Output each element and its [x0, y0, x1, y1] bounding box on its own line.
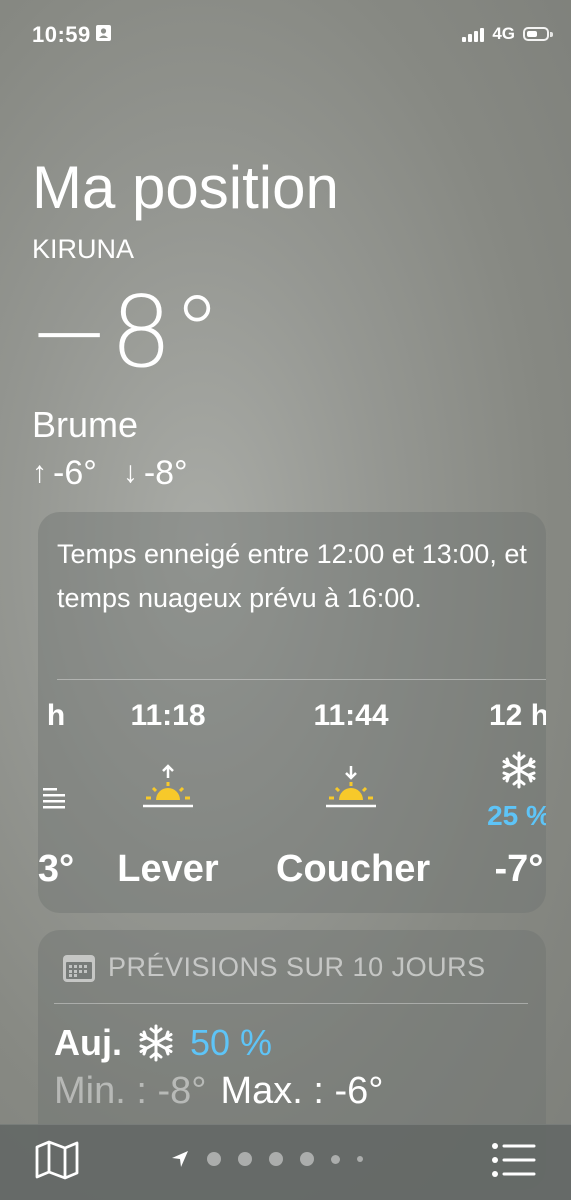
hour-time: 12 h	[488, 699, 546, 732]
forecast-min-max: Min. : -8° Max. : -6°	[54, 1068, 383, 1114]
signal-icon	[462, 26, 485, 42]
forecast-header-label: PRÉVISIONS SUR 10 JOURS	[108, 952, 486, 982]
status-time: 10:59	[32, 22, 91, 47]
hour-label: Coucher	[276, 848, 431, 890]
forecast-max: Max. : -6°	[220, 1070, 384, 1112]
forecast-day: Auj.	[54, 1022, 122, 1063]
page-dot[interactable]	[331, 1154, 340, 1164]
high-low: ↑ -6° ↓ -8°	[32, 451, 188, 495]
hour-column[interactable]: 11:44 Coucher	[276, 512, 431, 913]
hour-column[interactable]: 11:18 Lever	[93, 512, 243, 913]
location-city: KIRUNA	[32, 234, 135, 264]
contact-card-icon	[96, 25, 111, 41]
hour-column[interactable]: 12 h 25 % -7°	[444, 512, 546, 913]
battery-icon	[523, 27, 553, 41]
low-arrow-icon: ↓	[122, 456, 138, 489]
low-temperature: -8°	[143, 454, 188, 492]
map-icon[interactable]	[34, 1139, 80, 1181]
high-arrow-icon: ↑	[32, 456, 47, 489]
hour-time: 11:18	[130, 699, 206, 732]
status-indicators: 4G	[462, 22, 553, 46]
bottom-toolbar	[0, 1124, 571, 1200]
forecast-day-row[interactable]: Auj. 50 %	[54, 1022, 272, 1064]
hour-label: Lever	[117, 848, 219, 890]
current-temperature: −8°	[28, 276, 222, 390]
page-dot[interactable]	[207, 1152, 221, 1166]
forecast-min: Min. : -8°	[54, 1070, 207, 1112]
network-type: 4G	[492, 24, 515, 43]
hour-precipitation: 25 %	[487, 800, 546, 831]
calendar-icon	[63, 954, 95, 982]
snowflake-icon	[139, 1024, 173, 1062]
snowflake-icon	[502, 751, 536, 789]
page-dot[interactable]	[300, 1152, 314, 1166]
page-dot[interactable]	[269, 1152, 283, 1166]
forecast-header: PRÉVISIONS SUR 10 JOURS	[62, 952, 486, 983]
hour-time: 11:44	[313, 699, 389, 732]
forecast-precipitation: 50 %	[190, 1022, 273, 1063]
sunset-icon	[326, 766, 376, 808]
card-divider	[54, 1003, 528, 1004]
page-dot[interactable]	[238, 1152, 252, 1166]
sunrise-icon	[143, 764, 193, 808]
current-condition: Brume	[32, 404, 139, 445]
location-arrow-icon[interactable]	[170, 1149, 190, 1169]
page-dot[interactable]	[357, 1156, 363, 1162]
hourly-forecast-card[interactable]: Temps enneigé entre 12:00 et 13:00, et t…	[38, 512, 546, 913]
fog-icon	[43, 788, 65, 809]
location-title: Ma position	[32, 154, 339, 221]
list-icon[interactable]	[491, 1141, 537, 1179]
status-bar: 10:59 4G	[0, 0, 571, 68]
page-indicator[interactable]	[170, 1147, 363, 1171]
hour-temperature: -7°	[494, 848, 544, 890]
high-temperature: -6°	[53, 454, 97, 492]
